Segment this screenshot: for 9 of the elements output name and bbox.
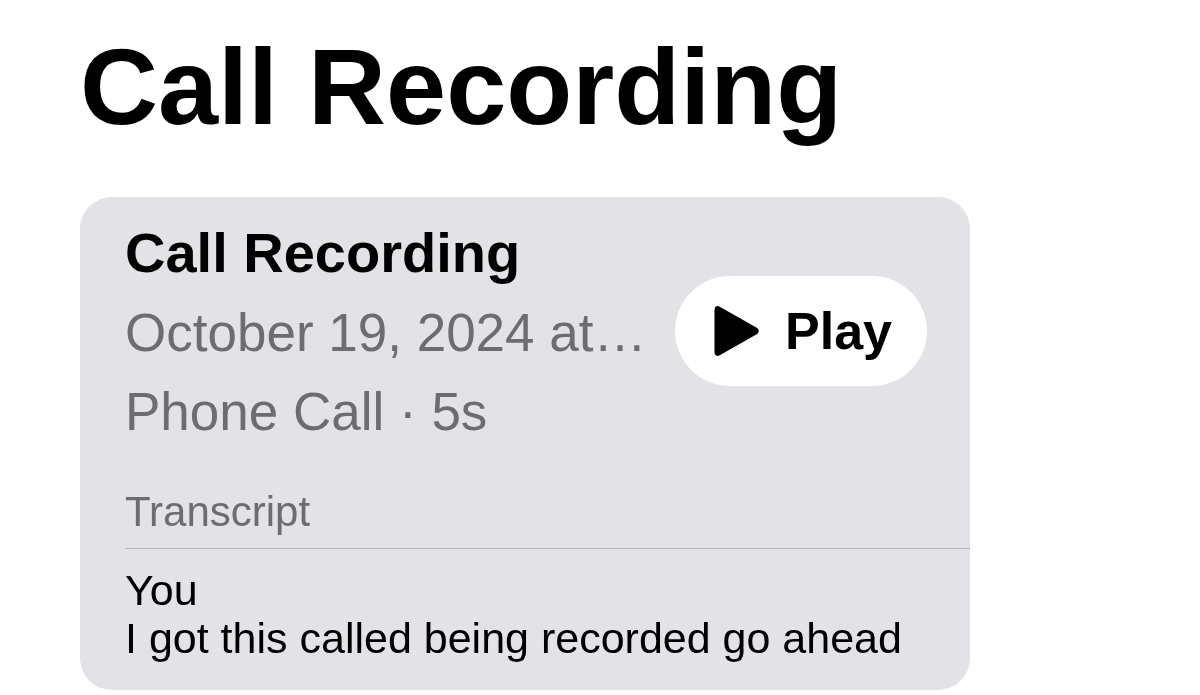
- page-title: Call Recording: [80, 25, 843, 149]
- recording-date: October 19, 2024 at…: [125, 305, 647, 359]
- recording-details: Phone Call · 5s: [125, 384, 488, 438]
- play-icon: [713, 305, 760, 358]
- transcript-heading: Transcript: [125, 490, 311, 533]
- recording-title: Call Recording: [125, 222, 521, 284]
- transcript-text: I got this called being recorded go ahead: [125, 613, 902, 662]
- play-button[interactable]: Play: [675, 276, 927, 387]
- speaker-name: You: [125, 565, 198, 614]
